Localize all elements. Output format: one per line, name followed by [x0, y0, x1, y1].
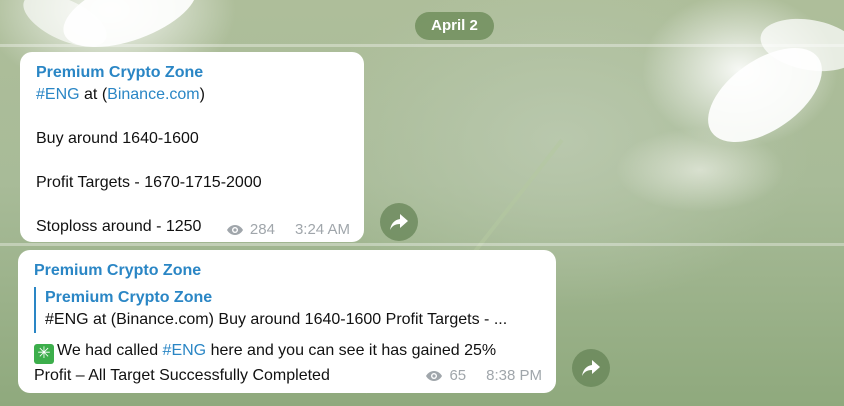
view-count: 65: [449, 367, 467, 384]
view-count: 284: [249, 221, 275, 238]
url-link[interactable]: Binance.com: [107, 86, 200, 103]
date-separator: April 2: [415, 12, 494, 40]
message-first-line: #ENG at (Binance.com): [36, 84, 262, 106]
message-meta: 65 8:38 PM: [425, 365, 542, 387]
wallpaper-divider: [0, 44, 844, 47]
message-meta: 284 3:24 AM: [226, 219, 350, 241]
message-author[interactable]: Premium Crypto Zone: [36, 62, 262, 84]
wallpaper-divider: [0, 243, 844, 246]
eye-icon: [226, 225, 243, 235]
message-time: 8:38 PM: [486, 367, 542, 384]
message-bubble[interactable]: Premium Crypto Zone Premium Crypto Zone …: [18, 250, 556, 393]
share-arrow-icon: [582, 360, 600, 376]
message-text: at (: [79, 86, 108, 103]
reply-quote[interactable]: Premium Crypto Zone #ENG at (Binance.com…: [34, 287, 542, 333]
sparkle-icon: ✳: [34, 344, 54, 364]
share-arrow-icon: [390, 214, 408, 230]
message-text: Profit Targets - 1670-1715-2000: [36, 174, 262, 191]
message-text: ): [199, 86, 205, 103]
message-text: here and you can see it has gained 25%: [206, 342, 497, 359]
hashtag-link[interactable]: #ENG: [163, 342, 207, 359]
message-author[interactable]: Premium Crypto Zone: [34, 260, 542, 282]
reply-text: #ENG at (Binance.com) Buy around 1640-16…: [45, 311, 508, 328]
reply-author: Premium Crypto Zone: [45, 289, 213, 306]
message-bubble[interactable]: Premium Crypto Zone #ENG at (Binance.com…: [20, 52, 364, 242]
eye-icon: [426, 371, 443, 381]
share-button[interactable]: [572, 349, 610, 387]
hashtag-link[interactable]: #ENG: [36, 86, 80, 103]
message-content: Premium Crypto Zone #ENG at (Binance.com…: [36, 62, 262, 238]
message-text: We had called: [57, 342, 163, 359]
message-time: 3:24 AM: [294, 221, 350, 238]
message-text: Buy around 1640-1600: [36, 130, 199, 147]
message-text: Profit – All Target Successfully Complet…: [34, 367, 330, 384]
share-button[interactable]: [380, 203, 418, 241]
